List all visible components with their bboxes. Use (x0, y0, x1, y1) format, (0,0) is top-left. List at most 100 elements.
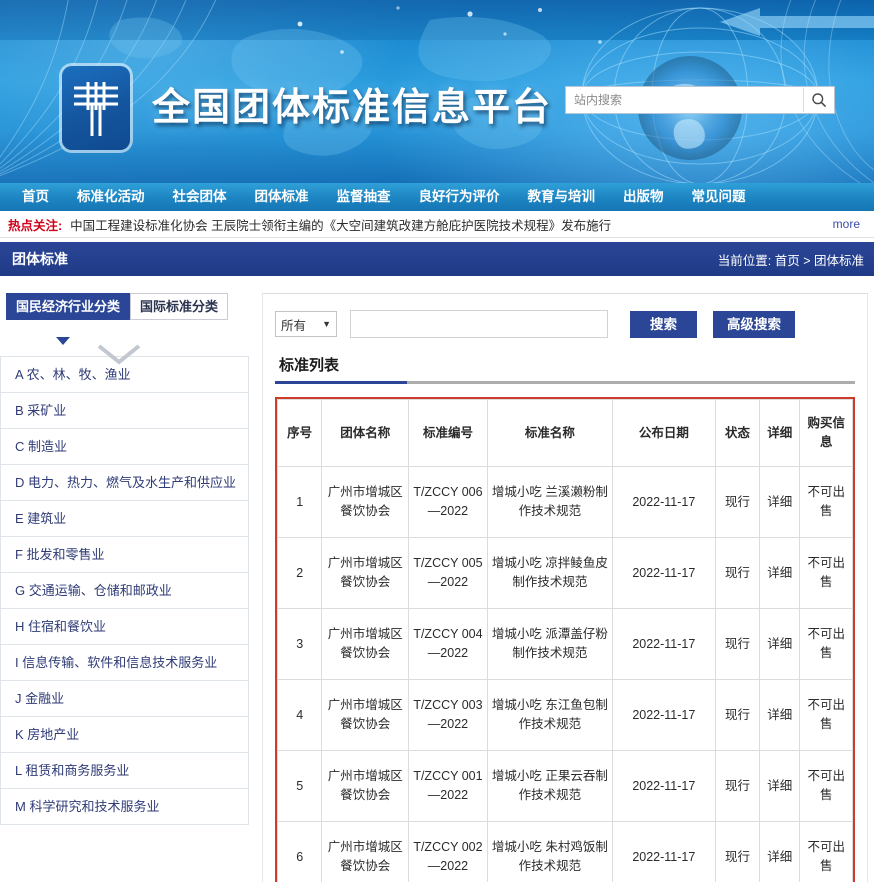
site-banner: 全国团体标准信息平台 (0, 0, 874, 183)
cell-code: T/ZCCY 001—2022 (408, 750, 488, 822)
cell-detail-link[interactable]: 详细 (759, 821, 801, 882)
nav-item-home[interactable]: 首页 (8, 183, 63, 211)
cell-purchase: 不可出售 (799, 466, 853, 538)
cell-detail-link[interactable]: 详细 (759, 466, 801, 538)
chevron-down-icon[interactable] (96, 343, 142, 370)
nav-item-faq[interactable]: 常见问题 (678, 183, 760, 211)
header-search-box[interactable] (565, 86, 835, 114)
cell-status: 现行 (714, 821, 761, 882)
cell-code: T/ZCCY 006—2022 (408, 466, 488, 538)
nav-item-activities[interactable]: 标准化活动 (63, 183, 159, 211)
search-icon[interactable] (803, 88, 834, 112)
cell-detail-link[interactable]: 详细 (759, 608, 801, 680)
caret-down-icon: ▼ (322, 319, 331, 329)
cell-code: T/ZCCY 003—2022 (408, 679, 488, 751)
sidebar-item-b[interactable]: B 采矿业 (0, 393, 249, 429)
cell-status: 现行 (714, 750, 761, 822)
active-tab-caret-icon (56, 337, 70, 345)
col-detail: 详细 (759, 399, 801, 467)
sidebar-item-e[interactable]: E 建筑业 (0, 501, 249, 537)
tab-international-standard-classification[interactable]: 国际标准分类 (130, 293, 229, 320)
cell-org: 广州市增城区餐饮协会 (321, 466, 410, 538)
col-name: 标准名称 (486, 399, 613, 467)
keyword-input-wrapper[interactable] (350, 310, 608, 338)
cell-index: 2 (276, 537, 323, 609)
cell-purchase: 不可出售 (799, 821, 853, 882)
col-code: 标准编号 (408, 399, 488, 467)
cell-purchase: 不可出售 (799, 608, 853, 680)
cell-index: 3 (276, 608, 323, 680)
sidebar-item-j[interactable]: J 金融业 (0, 681, 249, 717)
sidebar-item-f[interactable]: F 批发和零售业 (0, 537, 249, 573)
site-title: 全国团体标准信息平台 (152, 85, 553, 129)
col-org: 团体名称 (321, 399, 410, 467)
cell-org: 广州市增城区餐饮协会 (321, 821, 410, 882)
category-sidebar: 国民经济行业分类 国际标准分类 A 农、林、牧、渔业 B 采矿业 C 制造业 D… (0, 293, 249, 825)
advanced-search-button[interactable]: 高级搜索 (713, 310, 795, 338)
sidebar-item-m[interactable]: M 科学研究和技术服务业 (0, 789, 249, 825)
cell-status: 现行 (714, 608, 761, 680)
platform-logo-icon (62, 66, 130, 150)
cell-purchase: 不可出售 (799, 750, 853, 822)
nav-item-supervision[interactable]: 监督抽查 (323, 183, 405, 211)
sidebar-item-g[interactable]: G 交通运输、仓储和邮政业 (0, 573, 249, 609)
cell-org: 广州市增城区餐饮协会 (321, 537, 410, 609)
cell-name: 增城小吃 派潭盖仔粉制作技术规范 (486, 608, 613, 680)
cell-name: 增城小吃 朱村鸡饭制作技术规范 (486, 821, 613, 882)
section-header-bar: 团体标准 当前位置: 首页 > 团体标准 (0, 242, 874, 276)
cell-date: 2022-11-17 (611, 750, 716, 822)
cell-org: 广州市增城区餐饮协会 (321, 750, 410, 822)
cell-date: 2022-11-17 (611, 608, 716, 680)
cell-code: T/ZCCY 004—2022 (408, 608, 488, 680)
cell-detail-link[interactable]: 详细 (759, 537, 801, 609)
table-row: 4 广州市增城区餐饮协会 T/ZCCY 003—2022 增城小吃 东江鱼包制作… (276, 679, 853, 751)
standard-table-outline: 序号 团体名称 标准编号 标准名称 公布日期 状态 详细 购买信息 1 广州市增… (275, 397, 855, 882)
sidebar-item-k[interactable]: K 房地产业 (0, 717, 249, 753)
hot-news-more-link[interactable]: more (833, 217, 860, 231)
nav-item-education[interactable]: 教育与培训 (514, 183, 610, 211)
category-list: A 农、林、牧、渔业 B 采矿业 C 制造业 D 电力、热力、燃气及水生产和供应… (0, 356, 249, 825)
breadcrumb: 当前位置: 首页 > 团体标准 (717, 253, 864, 268)
nav-item-group-standards[interactable]: 团体标准 (241, 183, 323, 211)
nav-item-associations[interactable]: 社会团体 (159, 183, 241, 211)
cell-org: 广州市增城区餐饮协会 (321, 608, 410, 680)
keyword-input[interactable] (351, 311, 607, 335)
nav-item-good-behavior[interactable]: 良好行为评价 (405, 183, 514, 211)
cell-status: 现行 (714, 537, 761, 609)
cell-date: 2022-11-17 (611, 821, 716, 882)
cell-code: T/ZCCY 002—2022 (408, 821, 488, 882)
cell-name: 增城小吃 正果云吞制作技术规范 (486, 750, 613, 822)
cell-index: 5 (276, 750, 323, 822)
sidebar-item-i[interactable]: I 信息传输、软件和信息技术服务业 (0, 645, 249, 681)
cell-name: 增城小吃 兰溪濑粉制作技术规范 (486, 466, 613, 538)
cell-status: 现行 (714, 679, 761, 751)
table-row: 1 广州市增城区餐饮协会 T/ZCCY 006—2022 增城小吃 兰溪濑粉制作… (276, 466, 853, 538)
col-status: 状态 (714, 399, 761, 467)
tab-national-economy-classification[interactable]: 国民经济行业分类 (6, 293, 131, 320)
cell-code: T/ZCCY 005—2022 (408, 537, 488, 609)
cell-detail-link[interactable]: 详细 (759, 679, 801, 751)
content-area: 国民经济行业分类 国际标准分类 A 农、林、牧、渔业 B 采矿业 C 制造业 D… (0, 276, 874, 882)
cell-date: 2022-11-17 (611, 679, 716, 751)
cell-detail-link[interactable]: 详细 (759, 750, 801, 822)
sidebar-item-h[interactable]: H 住宿和餐饮业 (0, 609, 249, 645)
col-index: 序号 (276, 399, 323, 467)
cell-index: 6 (276, 821, 323, 882)
standard-list-underline (275, 381, 855, 384)
sidebar-item-l[interactable]: L 租赁和商务服务业 (0, 753, 249, 789)
search-button[interactable]: 搜索 (630, 310, 697, 338)
col-date: 公布日期 (611, 399, 716, 467)
header-search-input[interactable] (572, 88, 803, 112)
main-navigation: 首页 标准化活动 社会团体 团体标准 监督抽查 良好行为评价 教育与培训 出版物… (0, 183, 874, 211)
cell-status: 现行 (714, 466, 761, 538)
nav-item-publications[interactable]: 出版物 (609, 183, 678, 211)
sidebar-item-d[interactable]: D 电力、热力、燃气及水生产和供应业 (0, 465, 249, 501)
cell-purchase: 不可出售 (799, 537, 853, 609)
standard-list-header: 标准列表 (263, 352, 867, 384)
sidebar-item-c[interactable]: C 制造业 (0, 429, 249, 465)
table-row: 2 广州市增城区餐饮协会 T/ZCCY 005—2022 增城小吃 凉拌鲮鱼皮制… (276, 537, 853, 609)
filter-bar: 所有 ▼ 搜索 高级搜索 (263, 294, 867, 352)
scope-select[interactable]: 所有 ▼ (275, 311, 337, 337)
hot-news-text[interactable]: 中国工程建设标准化协会 王辰院士领衔主编的《大空间建筑改建方舱庇护医院技术规程》… (70, 215, 611, 234)
table-row: 5 广州市增城区餐饮协会 T/ZCCY 001—2022 增城小吃 正果云吞制作… (276, 750, 853, 822)
